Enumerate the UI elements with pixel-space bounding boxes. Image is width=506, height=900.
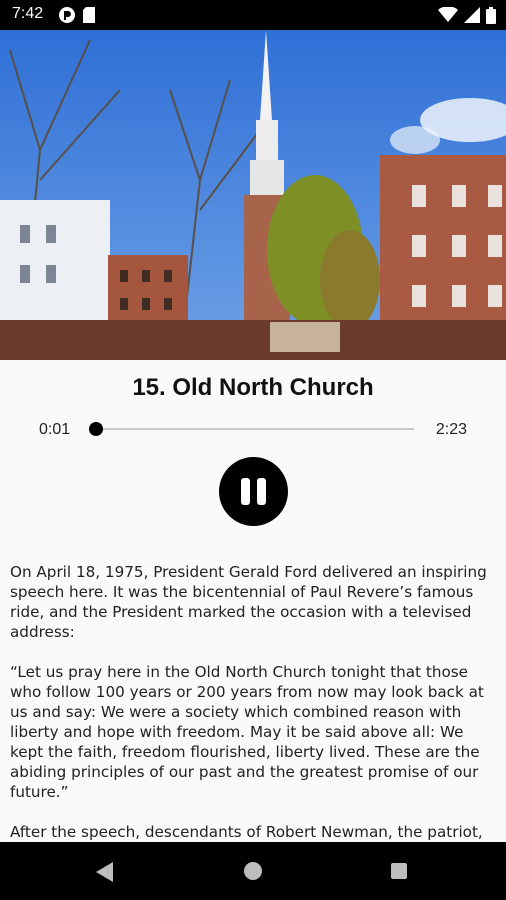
description-paragraph: On April 18, 1975, President Gerald Ford… <box>10 563 487 641</box>
hero-image <box>0 30 506 360</box>
sd-card-icon <box>83 7 95 23</box>
track-title: 15. Old North Church <box>132 374 374 401</box>
battery-icon <box>486 6 496 24</box>
seek-thumb[interactable] <box>89 422 104 436</box>
description-paragraph: “Let us pray here in the Old North Churc… <box>10 663 484 801</box>
seek-bar[interactable] <box>89 422 414 436</box>
recents-icon[interactable] <box>391 863 407 879</box>
old-north-church-photo <box>0 30 506 360</box>
current-time: 0:01 <box>39 421 71 438</box>
pause-button[interactable] <box>219 457 288 526</box>
app-notification-icon <box>59 7 75 23</box>
signal-icon <box>464 7 480 23</box>
wifi-icon <box>438 7 458 22</box>
status-time: 7:42 <box>12 5 44 22</box>
status-bar: 7:42 <box>0 0 506 30</box>
description-paragraph: After the speech, descendants of Robert … <box>10 823 483 841</box>
nav-bar <box>0 842 506 900</box>
total-time: 2:23 <box>435 421 467 438</box>
home-icon[interactable] <box>244 862 262 880</box>
status-left-icons <box>58 6 96 24</box>
description: On April 18, 1975, President Gerald Ford… <box>10 562 498 842</box>
back-icon[interactable] <box>96 862 114 882</box>
status-right-icons <box>438 6 496 24</box>
